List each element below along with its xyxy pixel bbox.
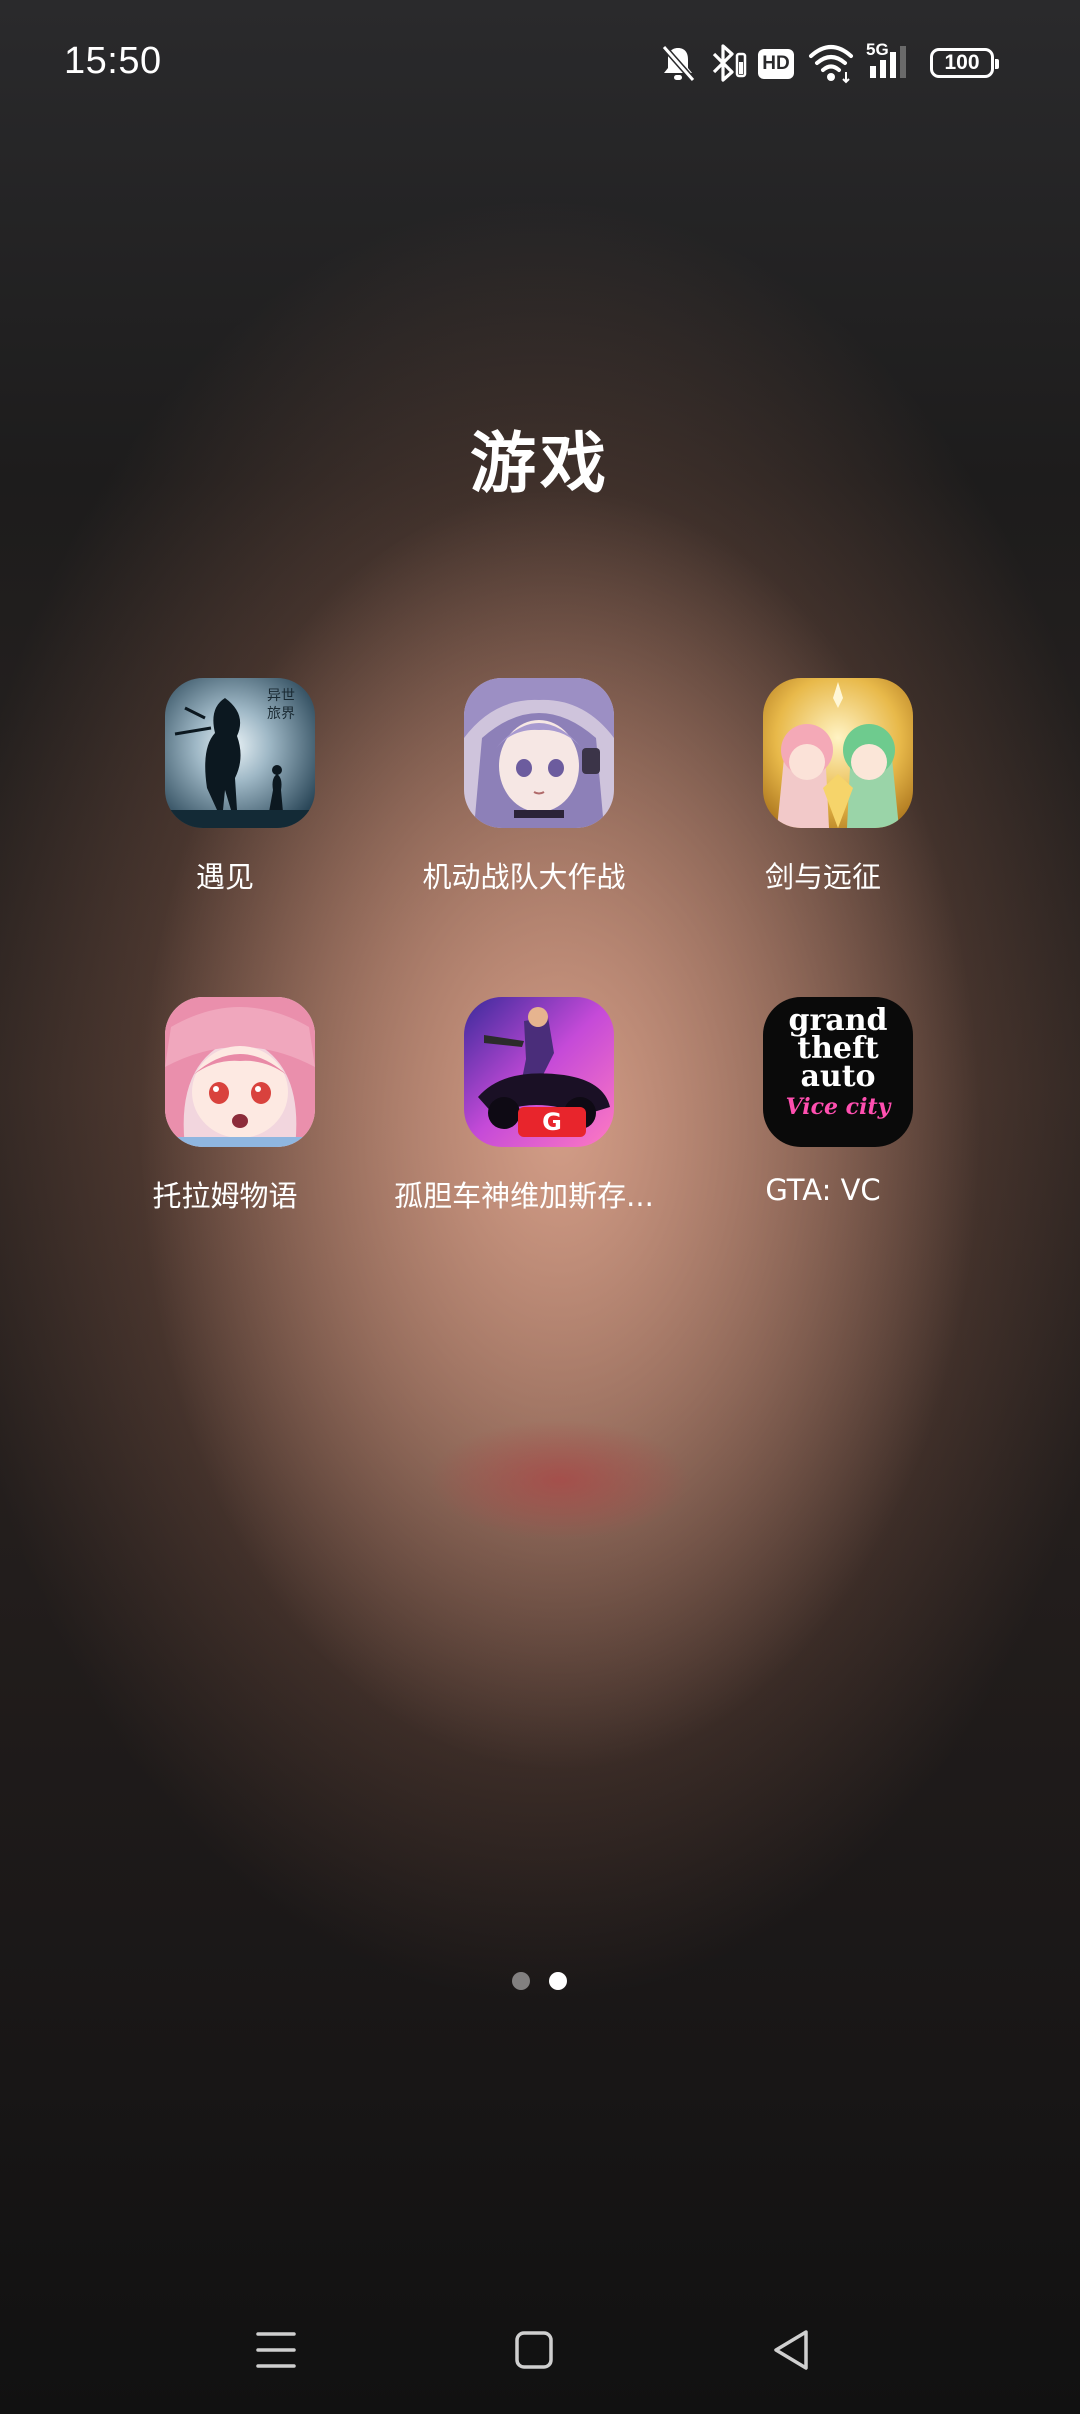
app-jidong-zhandui[interactable]: 机动战队大作战 [374,678,674,938]
svg-text:异世: 异世 [267,688,295,704]
gta-logo-subtitle: Vice city [785,1094,891,1120]
app-label: 剑与远征 [764,860,881,894]
svg-text:旅界: 旅界 [267,706,295,722]
menu-icon[interactable] [246,2320,306,2380]
app-gangstar-vegas[interactable]: G 孤胆车神维加斯存... [374,997,674,1257]
jidong-zhandui-app-icon[interactable] [464,678,614,828]
toram-app-icon[interactable] [165,997,315,1147]
app-toram[interactable]: 托拉姆物语 [75,997,375,1257]
wifi-icon [809,45,853,84]
app-label: 托拉姆物语 [152,1179,298,1213]
gta-logo-line: auto [800,1059,876,1094]
app-jian-yu-yuanzheng[interactable]: 剑与远征 [673,678,973,938]
home-screen: 15:50 HD 5G 100 游戏 异世 旅界 遇见 机动战队大作战 剑与远征… [0,0,1080,2414]
page-dot-1[interactable] [512,1972,530,1990]
jian-yu-yuanzheng-app-icon[interactable] [763,678,913,828]
gta-vice-city-app-icon[interactable]: grand theft auto Vice city [763,997,913,1147]
home-icon[interactable] [504,2320,564,2380]
notifications-off-icon [661,45,696,82]
page-dot-2-active[interactable] [549,1972,567,1990]
network-type-label: 5G [866,40,889,59]
hd-icon: HD [758,49,794,79]
app-yujian[interactable]: 异世 旅界 遇见 [75,678,375,938]
status-time: 15:50 [64,40,162,82]
5g-signal-icon: 5G [866,40,924,84]
app-gta-vice-city[interactable]: grand theft auto Vice city GTA: VC [673,997,973,1257]
app-label: 孤胆车神维加斯存... [394,1179,654,1213]
app-label: 机动战队大作战 [422,860,626,894]
yujian-app-icon[interactable]: 异世 旅界 [165,678,315,828]
folder-title[interactable]: 游戏 [0,410,1080,506]
app-label: 遇见 [195,860,254,894]
svg-text:G: G [542,1108,562,1136]
gangstar-vegas-app-icon[interactable]: G [464,997,614,1147]
app-label: GTA: VC [765,1173,881,1207]
status-bar: 15:50 HD 5G 100 [0,0,1080,130]
back-icon[interactable] [762,2320,822,2380]
battery-icon: 100 [930,48,999,78]
bluetooth-icon [712,44,747,82]
